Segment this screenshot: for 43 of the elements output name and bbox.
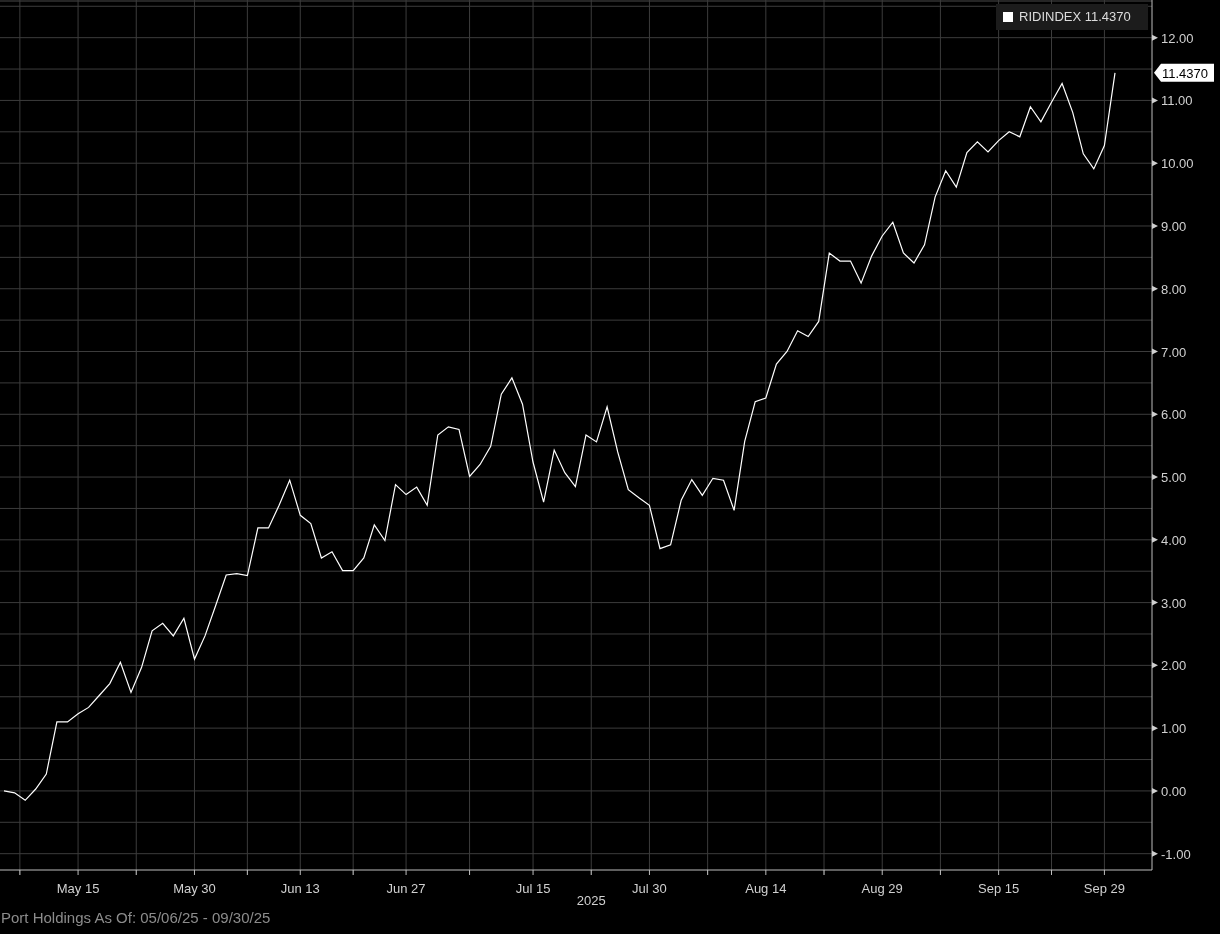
axis-label: -1.00	[1161, 846, 1191, 862]
axis-label: 5.00	[1161, 470, 1187, 486]
axis-label: 8.00	[1161, 281, 1187, 297]
tick-icon	[1152, 599, 1158, 606]
axis-label: 0.00	[1161, 783, 1187, 799]
footer-text: Port Holdings As Of: 05/06/25 - 09/30/25	[0, 908, 271, 928]
axis-label: 3.00	[1161, 595, 1187, 611]
tick-icon	[1152, 222, 1158, 229]
axis-label: Aug 14	[745, 881, 787, 896]
axis-label: Jul 15	[515, 881, 551, 896]
legend-label: RIDINDEX 11.4370	[1019, 8, 1131, 27]
axis-label: Sep 29	[1083, 881, 1125, 896]
tick-icon	[1152, 411, 1158, 418]
axis-label: 4.00	[1161, 532, 1187, 548]
axis-label: 10.00	[1161, 156, 1194, 172]
tick-icon	[1152, 34, 1158, 41]
axis-label: Jul 30	[632, 881, 667, 896]
tick-icon	[1152, 285, 1158, 292]
tick-icon	[1152, 474, 1158, 481]
tick-icon	[1152, 787, 1158, 794]
axis-label: Aug 29	[861, 881, 903, 896]
axis-label: 7.00	[1161, 344, 1187, 360]
axis-title: 2025	[576, 893, 606, 908]
tick-icon	[1152, 348, 1158, 355]
tick-icon	[1152, 850, 1158, 857]
axis-label: 1.00	[1161, 721, 1187, 737]
axis-label: Jun 13	[280, 881, 320, 896]
axis-label: Sep 15	[978, 881, 1020, 896]
axis-label: 6.00	[1161, 407, 1187, 423]
tick-icon	[1152, 662, 1158, 669]
axis-label: 9.00	[1161, 218, 1187, 234]
legend-swatch-icon	[1003, 12, 1013, 22]
tick-icon	[1152, 160, 1158, 167]
axis-label: May 15	[56, 881, 100, 896]
axis-label: May 30	[173, 881, 216, 896]
tick-icon	[1152, 97, 1158, 104]
axis-label: 12.00	[1161, 30, 1194, 46]
axis-label: 2.00	[1161, 658, 1187, 674]
value-tag: 11.4370	[1154, 63, 1214, 82]
tick-icon	[1152, 725, 1158, 732]
tick-icon	[1152, 536, 1158, 543]
axis-label: Jun 27	[386, 881, 426, 896]
axis-label: 11.00	[1161, 93, 1193, 109]
